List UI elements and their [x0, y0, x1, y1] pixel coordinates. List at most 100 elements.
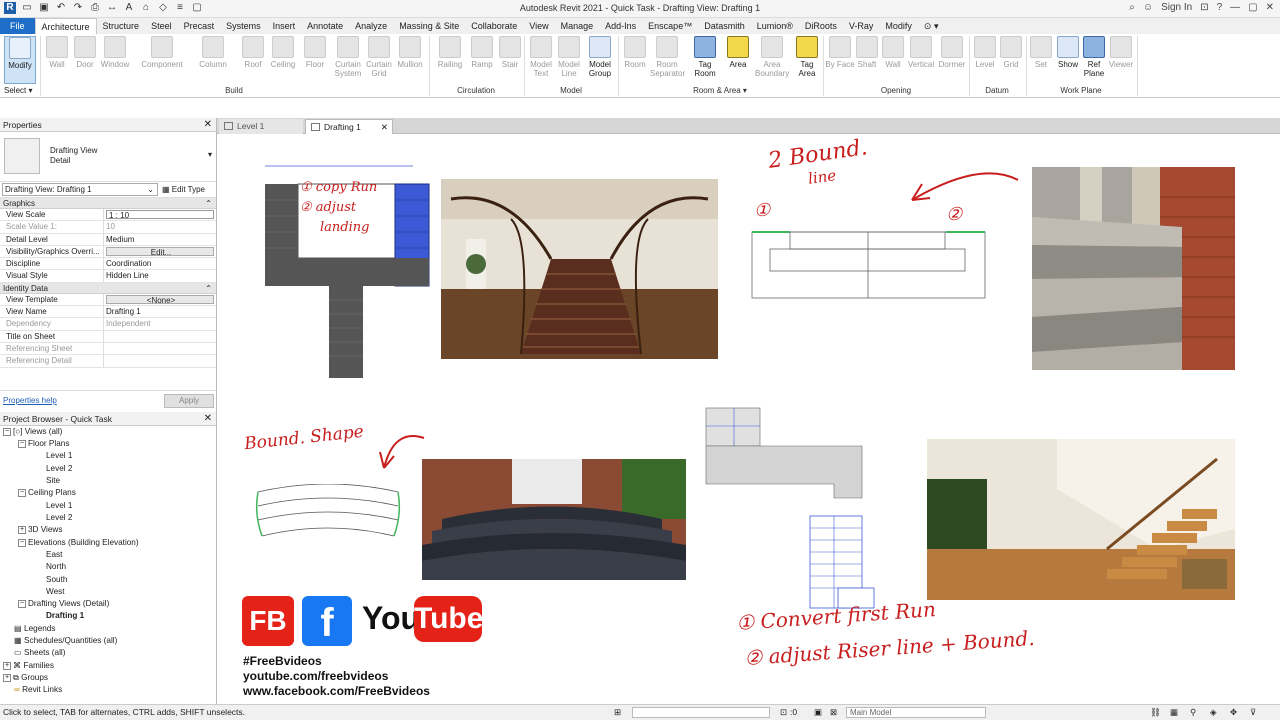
filter-icon[interactable]: ⊠ [830, 707, 837, 718]
drag-elements-icon[interactable]: ✥ [1230, 707, 1237, 718]
tab-massing-site[interactable]: Massing & Site [393, 18, 465, 34]
bound-line-drawing[interactable] [750, 228, 990, 306]
tab-collaborate[interactable]: Collaborate [465, 18, 523, 34]
help-icon[interactable]: ? [1217, 2, 1223, 13]
tab-insert[interactable]: Insert [267, 18, 302, 34]
curtain-grid-button[interactable]: Curtain Grid [364, 36, 394, 78]
select-dropdown[interactable]: Select ▾ [4, 86, 32, 95]
minimize-button[interactable]: — [1230, 2, 1240, 13]
search-icon[interactable]: ⌕ [1129, 2, 1135, 13]
tree-revit-links[interactable]: ∞ Revit Links [14, 684, 62, 696]
stair-plan-drawing-2[interactable] [704, 406, 880, 614]
editing-icon[interactable]: ⊡ [780, 707, 787, 718]
property-row[interactable]: View Name Drafting 1 [0, 306, 216, 319]
tab-enscape[interactable]: Enscape™ [642, 18, 698, 34]
select-pinned-icon[interactable]: ⚲ [1190, 707, 1196, 718]
room-button[interactable]: Room [620, 36, 650, 69]
stair-button[interactable]: Stair [495, 36, 525, 69]
workset-dropdown[interactable] [632, 707, 770, 718]
tree-groups[interactable]: + ⧉ Groups [3, 672, 48, 684]
tab-annotate[interactable]: Annotate [301, 18, 349, 34]
type-selector[interactable]: Drafting View Detail ▾ [0, 132, 216, 182]
tag-room-button[interactable]: Tag Room [690, 36, 720, 78]
tree-item-east[interactable]: East [46, 549, 62, 561]
chevron-down-icon[interactable]: ▾ [208, 150, 212, 159]
ramp-button[interactable]: Ramp [467, 36, 497, 69]
tab-diroots[interactable]: DiRoots [799, 18, 843, 34]
grid-button[interactable]: Grid [996, 36, 1026, 69]
dormer-button[interactable]: Dormer [937, 36, 967, 69]
tree-item-south[interactable]: South [46, 574, 67, 586]
select-underlay-icon[interactable]: ▦ [1170, 707, 1178, 718]
tree-schedules[interactable]: ▦ Schedules/Quantities (all) [14, 635, 117, 647]
mullion-button[interactable]: Mullion [395, 36, 425, 69]
tree-item-level-1[interactable]: Level 1 [46, 450, 72, 462]
tree-floor-plans[interactable]: − Floor Plans [18, 438, 69, 450]
instance-selector[interactable]: Drafting View: Drafting 1 ⌄ [2, 183, 158, 196]
edit-type-button[interactable]: ▦ Edit Type [162, 183, 205, 196]
property-row[interactable]: Title on Sheet [0, 330, 216, 343]
select-by-face-icon[interactable]: ◈ [1210, 707, 1217, 718]
apply-button[interactable]: Apply [164, 394, 214, 408]
railing-button[interactable]: Railing [435, 36, 465, 69]
property-row[interactable]: Visibility/Graphics Overri... Edit... [0, 245, 216, 259]
tree-drafting-views[interactable]: − Drafting Views (Detail) [18, 598, 109, 610]
component-button[interactable]: Component [140, 36, 184, 69]
tab-add-ins[interactable]: Add-Ins [599, 18, 642, 34]
tab-lumion[interactable]: Lumion® [751, 18, 799, 34]
tab-level-1[interactable]: Level 1 [219, 119, 303, 134]
room-separator-button[interactable]: Room Separator [650, 36, 685, 78]
design-option-dropdown[interactable]: Main Model [846, 707, 986, 718]
wall-button[interactable]: Wall [42, 36, 72, 69]
column-button[interactable]: Column [198, 36, 228, 69]
sign-in-link[interactable]: Sign In [1161, 2, 1192, 13]
tree-ceiling-plans[interactable]: − Ceiling Plans [18, 487, 76, 499]
edit-visibility-button[interactable]: Edit... [106, 246, 214, 257]
property-row[interactable]: Detail Level Medium [0, 233, 216, 246]
tab-precast[interactable]: Precast [178, 18, 221, 34]
close-button[interactable]: ✕ [1266, 2, 1274, 13]
tab-view[interactable]: View [523, 18, 554, 34]
vertical-button[interactable]: Vertical [906, 36, 936, 69]
door-button[interactable]: Door [70, 36, 100, 69]
property-row[interactable]: View Scale 1 : 10 [0, 209, 216, 222]
tab-structure[interactable]: Structure [97, 18, 146, 34]
ribbon-options-icon[interactable]: ⊙ ▾ [918, 18, 945, 34]
tree-legends[interactable]: ▤ Legends [14, 623, 55, 635]
curtain-system-button[interactable]: Curtain System [333, 36, 363, 78]
select-links-icon[interactable]: ⛓ [1150, 707, 1161, 718]
workset-icon[interactable]: ⊞ [614, 707, 621, 718]
viewer-button[interactable]: Viewer [1106, 36, 1136, 69]
model-group-button[interactable]: Model Group [585, 36, 615, 78]
tree-item-north[interactable]: North [46, 561, 66, 573]
maximize-button[interactable]: ▢ [1248, 2, 1257, 13]
close-icon[interactable]: ✕ [204, 118, 212, 132]
tab-architecture[interactable]: Architecture [34, 18, 97, 34]
properties-help-link[interactable]: Properties help [3, 396, 57, 405]
tab-systems[interactable]: Systems [220, 18, 267, 34]
tree-3d-views[interactable]: +3D Views [18, 524, 62, 536]
ref-plane-button[interactable]: Ref Plane [1079, 36, 1109, 78]
tree-item-drafting-1[interactable]: Drafting 1 [46, 610, 84, 622]
bound-shape-drawing[interactable] [254, 484, 402, 554]
panel-room-area-label[interactable]: Room & Area ▾ [618, 86, 822, 95]
tab-steel[interactable]: Steel [145, 18, 178, 34]
tree-item-ceiling-level-1[interactable]: Level 1 [46, 500, 72, 512]
area-button[interactable]: Area [723, 36, 753, 69]
tree-families[interactable]: + ⌘ Families [3, 660, 54, 672]
design-options-icon[interactable]: ▣ [814, 707, 822, 718]
cart-icon[interactable]: ⊡ [1200, 2, 1208, 13]
tree-elevations[interactable]: − Elevations (Building Elevation) [18, 537, 139, 549]
tag-area-button[interactable]: Tag Area [792, 36, 822, 78]
tree-item-level-2[interactable]: Level 2 [46, 463, 72, 475]
modify-button[interactable]: Modify [4, 36, 36, 84]
tab-file[interactable]: File [0, 18, 35, 34]
roof-button[interactable]: Roof [238, 36, 268, 69]
tree-item-west[interactable]: West [46, 586, 65, 598]
model-text-button[interactable]: Model Text [526, 36, 556, 78]
account-icon[interactable]: ☺ [1143, 2, 1153, 13]
property-row[interactable]: Visual Style Hidden Line [0, 270, 216, 283]
view-template-button[interactable]: <None> [106, 294, 214, 305]
floor-button[interactable]: Floor [300, 36, 330, 69]
tree-views-all[interactable]: − [○] Views (all) [3, 426, 62, 438]
